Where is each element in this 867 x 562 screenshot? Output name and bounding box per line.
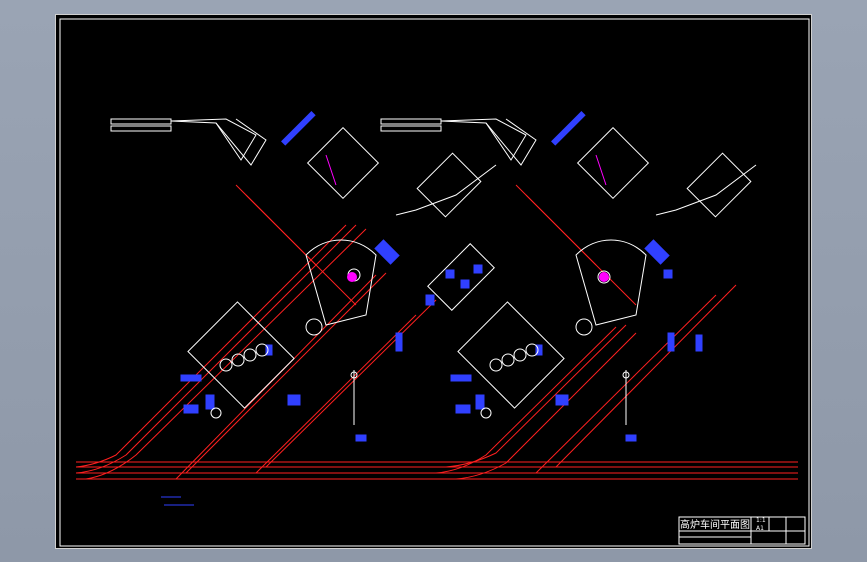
drawing-sheet: [55, 14, 812, 549]
note-marks: [161, 496, 194, 506]
cad-drawing: [59, 18, 810, 547]
furnace-unit-left: [75, 111, 497, 480]
drawing-title: 高炉车间平面图: [680, 520, 750, 531]
title-block-scale: 1:1: [756, 517, 766, 524]
title-block-sheet-size: A1: [756, 525, 764, 532]
